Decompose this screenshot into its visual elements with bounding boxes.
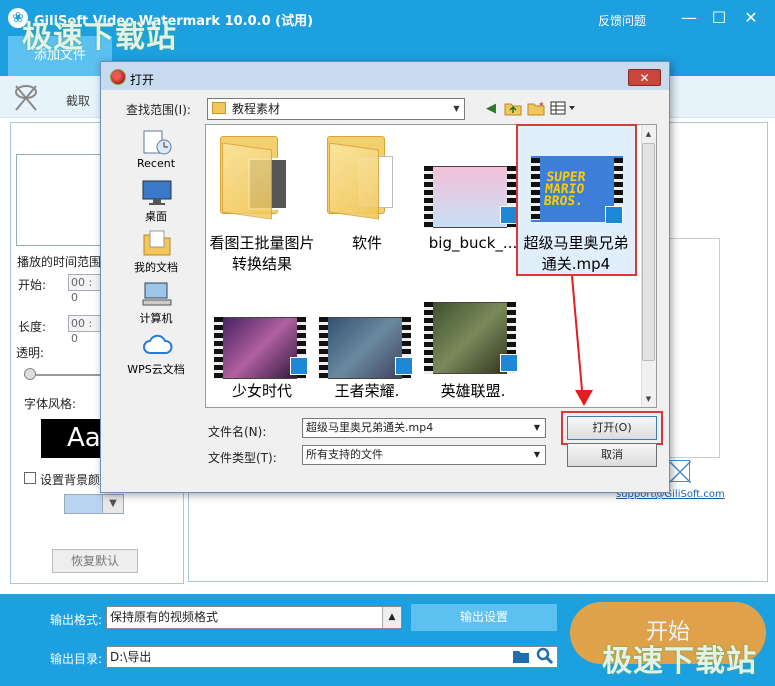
bg-color-checkbox[interactable]: [24, 472, 36, 484]
film-strip: [531, 158, 540, 220]
cloud-icon[interactable]: [142, 333, 173, 359]
font-preview[interactable]: Aa: [41, 419, 105, 458]
crop-icon: [15, 85, 37, 111]
length-label: 长度:: [18, 320, 47, 334]
video-file-icon: [500, 354, 518, 372]
chevron-down-icon[interactable]: ▼: [102, 494, 124, 514]
maximize-icon[interactable]: ☐: [706, 6, 732, 30]
file-item-folder-1[interactable]: 看图王批量图片转换结果: [207, 233, 317, 275]
place-documents[interactable]: 我的文档: [111, 259, 201, 275]
file-item-video-3[interactable]: 王者荣耀.: [312, 381, 422, 402]
start-label: 开始:: [18, 278, 47, 292]
feedback-link[interactable]: 反馈问题: [598, 12, 646, 29]
dialog-title: 打开: [130, 73, 155, 87]
app-icon: [110, 69, 126, 85]
output-format-label: 输出格式:: [50, 613, 103, 627]
watermark-text-bottom: 极速下载站: [602, 644, 757, 679]
chevron-up-icon[interactable]: ▲: [382, 607, 401, 628]
view-menu-icon[interactable]: [550, 100, 578, 118]
transparency-slider-track[interactable]: [24, 374, 104, 376]
transparency-label: 透明:: [16, 346, 45, 360]
output-dir-input[interactable]: D:\导出: [106, 646, 558, 668]
chevron-down-icon[interactable]: ▼: [529, 419, 545, 437]
place-computer[interactable]: 计算机: [111, 310, 201, 326]
file-item-folder-2[interactable]: 软件: [312, 233, 422, 254]
start-time-input[interactable]: 00 : 0: [68, 274, 102, 304]
look-in-label: 查找范围(I):: [126, 103, 191, 117]
place-wps-cloud[interactable]: WPS云文档: [111, 361, 201, 377]
file-item-video-2[interactable]: 少女时代: [207, 381, 317, 402]
place-recent[interactable]: Recent: [111, 157, 201, 170]
filename-input[interactable]: 超级马里奥兄弟通关.mp4: [302, 418, 546, 438]
annotation-arrow-head: [575, 390, 593, 406]
scroll-up-icon[interactable]: ▲: [642, 127, 655, 141]
preview-box: [16, 154, 106, 246]
desktop-icon[interactable]: [142, 180, 172, 206]
folder-icon[interactable]: [512, 648, 530, 664]
dialog-title-bar: [101, 62, 669, 90]
file-item-video-selected[interactable]: 超级马里奥兄弟通关.mp4: [521, 233, 631, 275]
close-icon[interactable]: ✕: [738, 6, 764, 30]
crop-tab[interactable]: [8, 80, 112, 116]
mail-icon: [668, 460, 692, 484]
transparency-slider-handle[interactable]: [24, 368, 36, 380]
filename-label: 文件名(N):: [208, 425, 267, 439]
video-file-icon: [605, 206, 623, 224]
file-item-video-4[interactable]: 英雄联盟.: [418, 381, 528, 402]
bg-color-label: 设置背景颜: [40, 473, 101, 487]
output-settings-button[interactable]: 输出设置: [411, 604, 557, 631]
look-in-select[interactable]: 教程素材: [207, 98, 465, 120]
file-item-video-1[interactable]: big_buck_...: [418, 233, 528, 254]
chevron-down-icon[interactable]: ▼: [529, 446, 545, 464]
video-file-icon: [395, 357, 413, 375]
scrollbar-thumb[interactable]: [642, 143, 655, 361]
back-icon[interactable]: ◀: [482, 100, 500, 118]
cancel-button[interactable]: 取消: [567, 443, 657, 467]
watermark-text-top: 极速下载站: [22, 20, 177, 55]
video-file-icon: [290, 357, 308, 375]
documents-icon[interactable]: [142, 229, 172, 256]
new-folder-icon[interactable]: ✶: [527, 100, 545, 118]
folder-icon: [212, 102, 226, 114]
scroll-down-icon[interactable]: ▼: [642, 392, 655, 406]
play-range-label: 播放的时间范围: [17, 255, 102, 269]
recent-icon[interactable]: [142, 127, 172, 155]
place-desktop[interactable]: 桌面: [111, 208, 201, 224]
chevron-down-icon[interactable]: ▼: [449, 99, 464, 119]
search-icon[interactable]: [536, 647, 554, 665]
mario-title-art: SUPER MARIO BROS.: [543, 170, 587, 209]
computer-icon[interactable]: [142, 281, 172, 307]
crop-tab-label[interactable]: 截取: [66, 92, 90, 109]
open-button[interactable]: 打开(O): [567, 416, 657, 440]
up-folder-icon[interactable]: [504, 100, 522, 118]
minimize-icon[interactable]: —: [676, 6, 702, 30]
output-format-select[interactable]: 保持原有的视频格式: [106, 606, 402, 629]
length-time-input[interactable]: 00 : 0: [68, 315, 102, 345]
filetype-select[interactable]: 所有支持的文件: [302, 445, 546, 465]
svg-text:✶: ✶: [538, 100, 545, 109]
output-dir-label: 输出目录:: [50, 652, 103, 666]
filetype-label: 文件类型(T):: [208, 451, 277, 465]
reset-button[interactable]: 恢复默认: [52, 549, 138, 573]
dialog-close-button[interactable]: ✕: [628, 69, 661, 86]
font-style-label: 字体风格:: [24, 397, 77, 411]
